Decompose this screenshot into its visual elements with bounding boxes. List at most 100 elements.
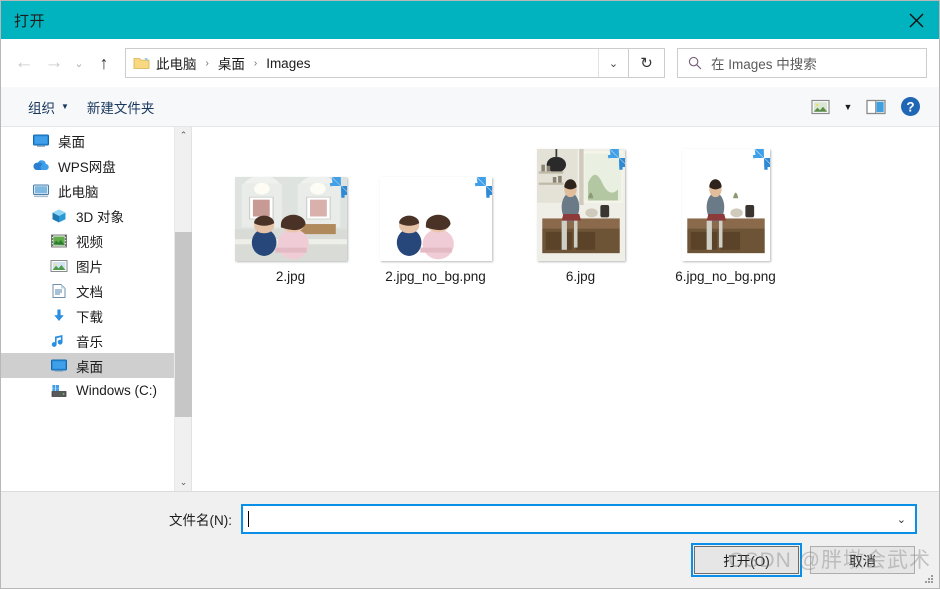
file-label: 6.jpg_no_bg.png xyxy=(675,269,776,284)
sidebar-item-label: Windows (C:) xyxy=(76,383,158,398)
chevron-down-icon[interactable]: ⌄ xyxy=(897,513,906,526)
thumbnail-frame xyxy=(681,149,770,261)
scroll-down-icon[interactable]: ⌄ xyxy=(175,474,192,491)
file-label: 2.jpg xyxy=(275,269,306,284)
title-bar: 打开 xyxy=(1,1,939,39)
sidebar-item-6[interactable]: 文档 xyxy=(1,278,174,303)
file-item-1[interactable]: 2.jpg_no_bg.png xyxy=(363,145,508,285)
help-button[interactable]: ? xyxy=(895,93,925,121)
file-item-2[interactable]: 6.jpg xyxy=(508,145,653,285)
back-button[interactable]: ← xyxy=(9,48,39,78)
cloud-icon xyxy=(31,157,51,175)
sidebar-item-5[interactable]: 图片 xyxy=(1,253,174,278)
sync-badge-icon xyxy=(752,149,770,170)
filename-row: 文件名(N): ⌄ xyxy=(1,492,939,534)
sync-badge-icon xyxy=(607,149,625,170)
open-button[interactable]: 打开(O) xyxy=(691,543,802,577)
dialog-buttons: 打开(O) 取消 xyxy=(1,534,939,577)
filename-label: 文件名(N): xyxy=(169,513,232,528)
file-thumbnail xyxy=(670,149,782,261)
help-icon: ? xyxy=(900,97,920,116)
recent-locations-button[interactable]: ⌄ xyxy=(69,48,89,78)
sidebar-item-label: 3D 对象 xyxy=(76,209,125,225)
scroll-up-icon[interactable]: ⌃ xyxy=(175,127,192,144)
computer-icon xyxy=(31,182,51,200)
thumbnail-frame xyxy=(234,177,347,261)
computer-icon xyxy=(33,184,49,197)
close-icon xyxy=(909,13,923,27)
sidebar-item-2[interactable]: 此电脑 xyxy=(1,178,174,203)
sidebar-item-label: 文档 xyxy=(76,284,103,300)
sidebar-item-label: 下载 xyxy=(76,309,103,325)
up-button[interactable]: ↑ xyxy=(89,48,119,78)
breadcrumb-item-2[interactable]: Images xyxy=(264,56,312,71)
address-dropdown-icon[interactable]: ⌄ xyxy=(598,49,628,77)
organize-label: 组织 xyxy=(28,100,55,116)
video-icon xyxy=(49,232,69,250)
open-file-dialog: 打开 ← → ⌄ ↑ 此电脑 › 桌面 › Images ⌄ ↻ 在 Image… xyxy=(0,0,940,589)
navigation-sidebar: 桌面 WPS网盘 此电脑 3D 对象 视频 图片 文档 下载 音乐 桌面 Windows (C:) xyxy=(1,127,174,491)
preview-pane-button[interactable] xyxy=(861,93,891,121)
sidebar-item-9[interactable]: 桌面 xyxy=(1,353,174,378)
resize-grip-icon[interactable] xyxy=(923,573,935,585)
sidebar-item-label: 图片 xyxy=(76,259,103,275)
command-bar-right-group: ▼ ? xyxy=(805,93,925,121)
dialog-footer: 文件名(N): ⌄ 打开(O) 取消 CSDN @胖墩会武术 xyxy=(1,491,939,588)
documents-icon xyxy=(52,283,66,298)
thumbnail-frame xyxy=(536,149,625,261)
sidebar-scrollbar[interactable]: ⌃ ⌄ xyxy=(174,127,192,491)
new-folder-button[interactable]: 新建文件夹 xyxy=(78,92,164,122)
sidebar-item-8[interactable]: 音乐 xyxy=(1,328,174,353)
cube-icon xyxy=(52,209,66,222)
file-list[interactable]: 2.jpg 2.jpg_no_bg.png 6.jpg 6.jpg_no_bg.png xyxy=(191,127,939,491)
sidebar-item-label: WPS网盘 xyxy=(58,159,116,175)
sidebar-item-1[interactable]: WPS网盘 xyxy=(1,153,174,178)
command-bar: 组织 ▼ 新建文件夹 ▼ ? xyxy=(1,87,939,127)
music-icon xyxy=(49,332,69,350)
filename-input[interactable]: ⌄ xyxy=(241,504,917,534)
breadcrumb-separator: › xyxy=(253,57,258,69)
preview-pane-icon xyxy=(866,99,886,114)
svg-text:?: ? xyxy=(906,99,914,114)
cube-icon xyxy=(49,207,69,225)
chevron-down-icon: ▼ xyxy=(61,102,69,111)
view-mode-dropdown[interactable]: ▼ xyxy=(839,93,857,121)
dialog-body: 桌面 WPS网盘 此电脑 3D 对象 视频 图片 文档 下载 音乐 桌面 Windows (C:) … xyxy=(1,127,939,491)
search-input[interactable]: 在 Images 中搜索 xyxy=(711,53,817,73)
refresh-button[interactable]: ↻ xyxy=(629,48,665,78)
refresh-icon: ↻ xyxy=(640,55,653,72)
file-item-0[interactable]: 2.jpg xyxy=(218,145,363,285)
file-label: 6.jpg xyxy=(565,269,596,284)
search-box[interactable]: 在 Images 中搜索 xyxy=(677,48,927,78)
sidebar-item-0[interactable]: 桌面 xyxy=(1,128,174,153)
sidebar-item-4[interactable]: 视频 xyxy=(1,228,174,253)
music-icon xyxy=(51,334,63,347)
breadcrumb-item-0[interactable]: 此电脑 xyxy=(154,53,199,73)
folder-icon xyxy=(133,55,150,71)
sidebar-list: 桌面 WPS网盘 此电脑 3D 对象 视频 图片 文档 下载 音乐 桌面 Windows (C:) xyxy=(1,127,174,403)
close-button[interactable] xyxy=(893,1,939,39)
breadcrumb-item-1[interactable]: 桌面 xyxy=(216,53,247,73)
download-icon xyxy=(49,307,69,325)
cancel-button[interactable]: 取消 xyxy=(810,546,915,574)
sync-badge-icon xyxy=(329,177,347,198)
cloud-icon xyxy=(33,159,49,170)
desktop-icon xyxy=(51,359,67,372)
pictures-icon xyxy=(50,259,68,272)
organize-button[interactable]: 组织 ▼ xyxy=(19,92,78,122)
documents-icon xyxy=(49,282,69,300)
sidebar-item-7[interactable]: 下载 xyxy=(1,303,174,328)
pictures-icon xyxy=(49,257,69,275)
dialog-title: 打开 xyxy=(14,12,46,30)
sidebar-item-3[interactable]: 3D 对象 xyxy=(1,203,174,228)
forward-button[interactable]: → xyxy=(39,48,69,78)
sidebar-item-label: 桌面 xyxy=(76,359,103,375)
file-item-3[interactable]: 6.jpg_no_bg.png xyxy=(653,145,798,285)
new-folder-label: 新建文件夹 xyxy=(86,100,155,116)
address-bar[interactable]: 此电脑 › 桌面 › Images ⌄ xyxy=(125,48,629,78)
view-mode-button[interactable] xyxy=(805,93,835,121)
drive-icon xyxy=(51,384,67,397)
download-icon xyxy=(54,309,64,321)
sidebar-item-10[interactable]: Windows (C:) xyxy=(1,378,174,403)
scrollbar-thumb[interactable] xyxy=(175,232,192,417)
